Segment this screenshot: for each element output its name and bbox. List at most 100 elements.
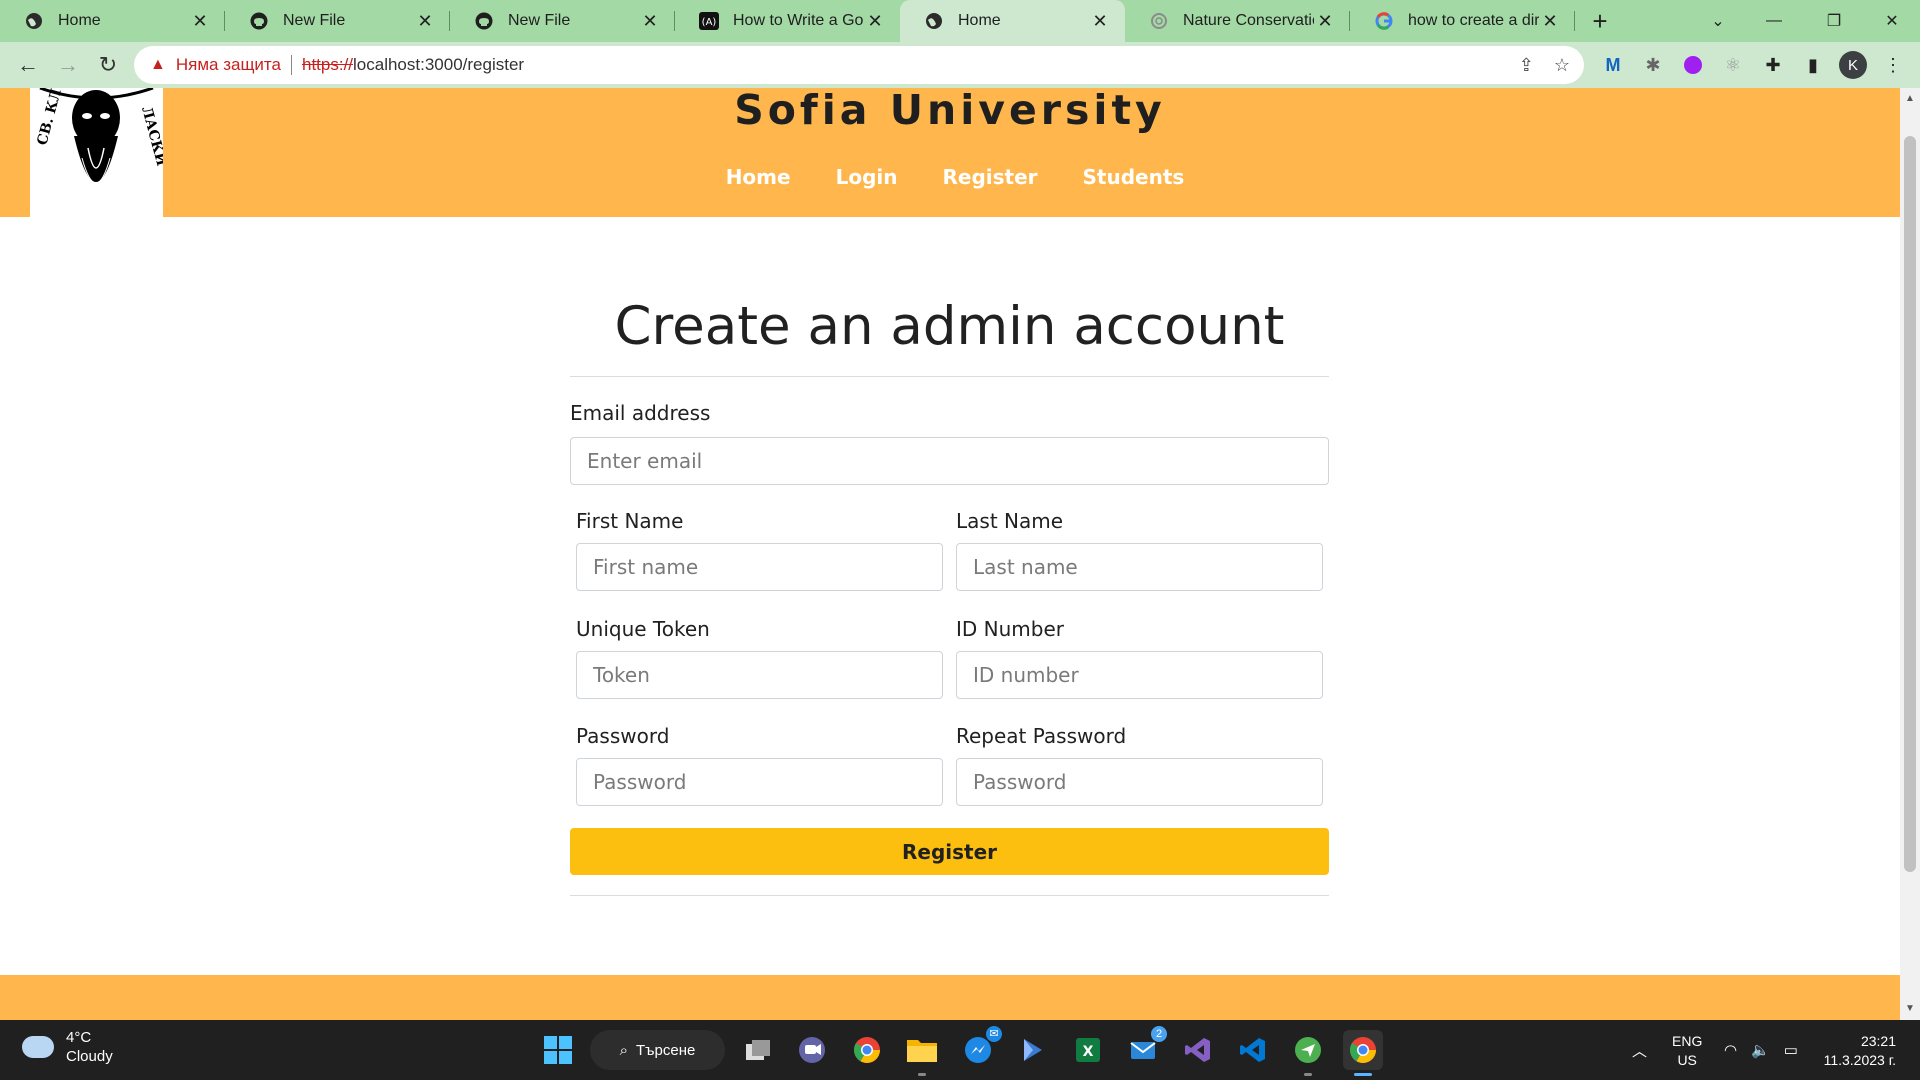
- password-field[interactable]: [576, 758, 943, 806]
- tab-nature-conservation[interactable]: Nature Conservation ✕: [1125, 0, 1350, 42]
- task-view-icon[interactable]: [738, 1030, 778, 1070]
- running-indicator: [1304, 1073, 1312, 1076]
- back-arrow-icon[interactable]: ←: [8, 45, 48, 85]
- notification-badge: ✉: [986, 1026, 1002, 1042]
- id-number-field[interactable]: [956, 651, 1323, 699]
- repeat-password-label: Repeat Password: [956, 724, 1127, 748]
- nav-link-home[interactable]: Home: [726, 165, 791, 189]
- wifi-icon: ◠: [1724, 1042, 1738, 1059]
- tray-chevron-icon[interactable]: ︿: [1632, 1020, 1647, 1080]
- weather-desc: Cloudy: [66, 1048, 113, 1065]
- nav-link-register[interactable]: Register: [942, 165, 1037, 189]
- tab-how-to-write[interactable]: (A) How to Write a Good ✕: [675, 0, 900, 42]
- close-icon[interactable]: ✕: [639, 10, 661, 32]
- last-name-label: Last Name: [956, 509, 1064, 533]
- tab-home-active[interactable]: Home ✕: [900, 0, 1125, 42]
- last-name-field[interactable]: [956, 543, 1323, 591]
- scroll-down-icon[interactable]: ▼: [1900, 1000, 1920, 1018]
- tab-title: Nature Conservation: [1183, 12, 1314, 29]
- close-icon[interactable]: ✕: [1539, 10, 1561, 32]
- send-app-icon[interactable]: [1288, 1030, 1328, 1076]
- side-panel-icon[interactable]: ▮: [1794, 46, 1832, 84]
- register-form: Create an admin account Email address Fi…: [570, 290, 1329, 896]
- security-status[interactable]: Няма защита: [176, 55, 281, 75]
- cloud-icon: [22, 1036, 54, 1058]
- windows-start-icon[interactable]: [538, 1030, 578, 1070]
- restore-button[interactable]: ❐: [1806, 0, 1862, 42]
- share-icon[interactable]: ⇪: [1519, 55, 1534, 76]
- close-icon[interactable]: ✕: [1089, 10, 1111, 32]
- reload-icon[interactable]: ↻: [88, 45, 128, 85]
- svg-text:(A): (A): [702, 17, 717, 28]
- globe-icon: [924, 11, 944, 31]
- vscode-icon[interactable]: [1233, 1030, 1273, 1070]
- nav-link-login[interactable]: Login: [836, 165, 898, 189]
- token-row: Unique Token ID Number: [576, 617, 1323, 699]
- malwarebytes-extension-icon[interactable]: M: [1594, 46, 1632, 84]
- weather-temp: 4°C: [66, 1029, 92, 1046]
- repeat-password-field[interactable]: [956, 758, 1323, 806]
- puzzle-extensions-icon[interactable]: ✚: [1754, 46, 1792, 84]
- teams-chat-icon[interactable]: [792, 1030, 832, 1070]
- divider: [290, 55, 292, 75]
- tab-new-file-2[interactable]: New File ✕: [450, 0, 675, 42]
- globe-icon: [24, 11, 44, 31]
- battery-icon: ▭: [1783, 1042, 1798, 1059]
- search-icon: ⌕: [619, 1041, 629, 1059]
- page-title: Create an admin account: [614, 296, 1285, 357]
- site-brand-title[interactable]: Sofia University: [0, 86, 1900, 134]
- minimize-button[interactable]: —: [1746, 0, 1802, 42]
- github-icon: [249, 11, 269, 31]
- system-tray[interactable]: ◠ 🔈 ▭: [1724, 1020, 1798, 1080]
- profile-avatar[interactable]: K: [1834, 46, 1872, 84]
- email-field[interactable]: [570, 437, 1329, 485]
- url-text: localhost:3000/register: [353, 55, 525, 74]
- excel-icon[interactable]: X: [1068, 1030, 1108, 1070]
- close-icon[interactable]: ✕: [414, 10, 436, 32]
- chrome-icon[interactable]: [847, 1030, 887, 1070]
- file-explorer-icon[interactable]: [902, 1030, 942, 1076]
- name-row: First Name Last Name: [576, 509, 1323, 591]
- tab-google-search[interactable]: how to create a direct ✕: [1350, 0, 1575, 42]
- taskbar-clock[interactable]: 23:21 11.3.2023 г.: [1824, 1032, 1896, 1070]
- token-field[interactable]: [576, 651, 943, 699]
- bookmark-star-icon[interactable]: ☆: [1554, 55, 1570, 76]
- messenger-icon[interactable]: ✉: [958, 1026, 1002, 1070]
- tab-title: how to create a direct: [1408, 12, 1539, 29]
- scrollbar-thumb[interactable]: [1904, 136, 1916, 872]
- scroll-up-icon[interactable]: ▲: [1900, 90, 1920, 108]
- bug-extension-icon[interactable]: ✱: [1634, 46, 1672, 84]
- page-scrollbar[interactable]: ▲ ▼: [1900, 88, 1920, 1020]
- first-name-field[interactable]: [576, 543, 943, 591]
- id-number-label: ID Number: [956, 617, 1064, 641]
- close-icon[interactable]: ✕: [864, 10, 886, 32]
- taskbar-search[interactable]: ⌕ Търсене: [590, 1030, 725, 1070]
- weather-widget[interactable]: 4°C Cloudy: [22, 1028, 113, 1066]
- register-button[interactable]: Register: [570, 828, 1329, 875]
- windows-taskbar: 4°C Cloudy ⌕ Търсене ✉ X 2 ︿ ENG US ◠ 🔈 …: [0, 1020, 1920, 1080]
- close-window-button[interactable]: ✕: [1864, 0, 1920, 42]
- nav-link-students[interactable]: Students: [1083, 165, 1185, 189]
- forward-arrow-icon[interactable]: →: [48, 45, 88, 85]
- close-icon[interactable]: ✕: [189, 10, 211, 32]
- menu-kebab-icon[interactable]: ⋮: [1874, 46, 1912, 84]
- tab-new-file-1[interactable]: New File ✕: [225, 0, 450, 42]
- visual-studio-icon[interactable]: [1178, 1030, 1218, 1070]
- site-nav: Home Login Register Students: [0, 165, 1900, 189]
- mail-icon[interactable]: 2: [1123, 1026, 1167, 1070]
- tab-home-1[interactable]: Home ✕: [0, 0, 225, 42]
- close-icon[interactable]: ✕: [1314, 10, 1336, 32]
- url-bar[interactable]: ▲ Няма защита https:// localhost:3000/re…: [134, 46, 1584, 84]
- tab-title: Home: [58, 12, 101, 29]
- site-footer: [0, 975, 1900, 1020]
- power-automate-icon[interactable]: [1013, 1030, 1053, 1070]
- new-tab-button[interactable]: +: [1575, 0, 1625, 42]
- running-indicator: [918, 1073, 926, 1076]
- tab-search-chevron-icon[interactable]: ⌄: [1690, 0, 1746, 42]
- purple-extension-icon[interactable]: [1674, 46, 1712, 84]
- google-icon: [1374, 11, 1394, 31]
- divider: [570, 895, 1329, 896]
- react-extension-icon[interactable]: ⚛: [1714, 46, 1752, 84]
- chrome-active-icon[interactable]: [1343, 1030, 1383, 1076]
- input-language[interactable]: ENG US: [1672, 1032, 1702, 1070]
